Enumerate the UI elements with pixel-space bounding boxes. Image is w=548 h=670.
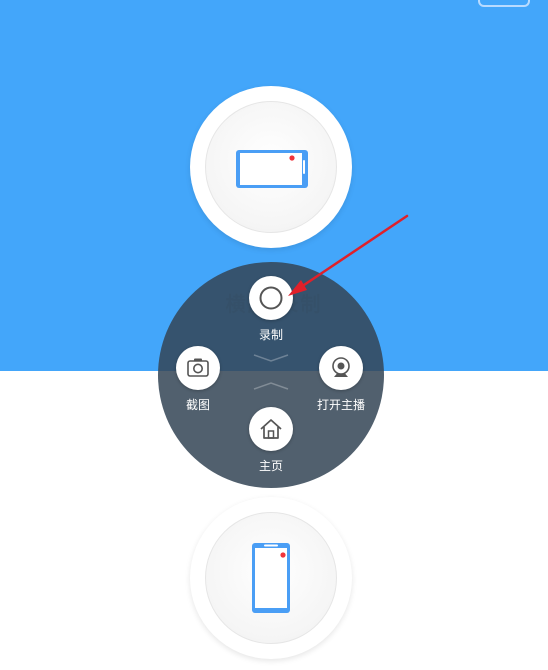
portrait-mode-button[interactable] — [190, 497, 352, 659]
screenshot-button[interactable]: 截图 — [158, 346, 238, 413]
home-label: 主页 — [258, 459, 283, 473]
record-dot-icon — [289, 155, 295, 161]
portrait-phone-icon — [252, 543, 290, 613]
record-label: 录制 — [258, 328, 283, 342]
record-dot-icon — [280, 552, 286, 558]
start-live-button-circle — [319, 346, 363, 390]
record-button-circle — [249, 276, 293, 320]
home-button[interactable]: 主页 — [231, 407, 311, 474]
screenshot-label: 截图 — [185, 398, 210, 412]
landscape-mode-button[interactable] — [190, 86, 352, 248]
home-button-circle — [249, 407, 293, 451]
record-button[interactable]: 录制 — [231, 276, 311, 343]
quick-action-dial: 录制 截图 打开主播 主页 — [158, 262, 384, 488]
screenshot-button-circle — [176, 346, 220, 390]
camera-icon — [187, 358, 209, 377]
home-icon — [260, 419, 282, 439]
start-live-label: 打开主播 — [316, 398, 365, 412]
webcam-icon — [332, 357, 350, 377]
start-live-button[interactable]: 打开主播 — [301, 346, 381, 413]
record-circle-icon — [259, 286, 283, 310]
corner-tab[interactable] — [478, 0, 530, 7]
landscape-phone-icon — [236, 150, 308, 188]
